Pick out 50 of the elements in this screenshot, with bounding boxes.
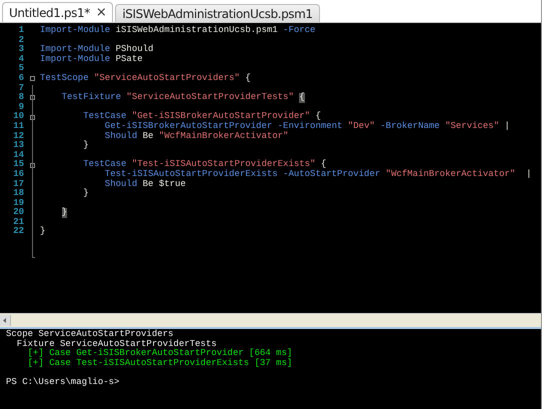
- line-number: 13: [12, 141, 24, 151]
- file-tab[interactable]: Untitled1.ps1* ×: [2, 2, 114, 22]
- console-line: [+] Case Test-iSISAutoStartProviderExists [37 ms]: [26, 358, 294, 368]
- code-line: Should Be $true: [104, 180, 186, 190]
- line-number: 18: [12, 189, 24, 199]
- console-line: Scope ServiceAutoStartProviders: [6, 330, 174, 340]
- close-icon[interactable]: ×: [96, 5, 106, 20]
- code-line: Should Be "WcfMainBrokerActivator": [104, 132, 288, 142]
- console-line: [+] Case Get-iSISBrokerAutoStartProvider [664 ms]: [26, 349, 294, 358]
- line-number: 17: [12, 180, 24, 189]
- fold-toggle-icon[interactable]: [30, 76, 34, 82]
- line-number: 7: [18, 84, 24, 93]
- code-line: Import-Module PSate: [40, 54, 143, 64]
- line-number: 8: [18, 93, 24, 103]
- code-line: TestCase "Test-iSISAutoStartProviderExists" {: [82, 160, 326, 170]
- fold-toggle-icon[interactable]: [30, 114, 34, 120]
- file-tab[interactable]: iSISWebAdministrationUcsb.psm1: [115, 4, 320, 22]
- code-line: }: [40, 227, 46, 238]
- console-line: PS C:\Users\maglio-s>: [6, 378, 120, 388]
- line-number: 10: [12, 112, 24, 122]
- line-number: 3: [18, 45, 24, 55]
- fold-toggle-icon[interactable]: [30, 162, 34, 168]
- line-number: 5: [18, 64, 24, 74]
- code-line: TestCase "Get-iSISBrokerAutoStartProvider" {: [82, 112, 321, 122]
- line-number: 16: [12, 170, 24, 180]
- line-number: 14: [12, 150, 24, 160]
- code-line: TestScope "ServiceAutoStartProviders" {: [40, 74, 251, 84]
- code-line: Test-iSISAutoStartProviderExists -AutoStartProvider "WcfMainBrokerActivator" |: [104, 170, 532, 180]
- line-number: 22: [12, 227, 24, 238]
- line-number: 20: [12, 208, 24, 218]
- line-number: 9: [18, 102, 24, 112]
- code-line: Get-iSISBrokerAutoStartProvider -Environment "Dev" -BrokerName "Services" |: [104, 122, 510, 132]
- code-line: }: [82, 189, 89, 199]
- console-line: Fixture ServiceAutoStartProviderTests: [16, 340, 217, 349]
- line-number: 6: [18, 74, 24, 84]
- code-line: }: [82, 141, 89, 151]
- line-number: 11: [12, 122, 24, 132]
- scroll-left-icon[interactable]: [0, 315, 11, 326]
- code-line: Import-Module PShould: [40, 45, 154, 54]
- line-number: 21: [12, 218, 24, 227]
- code-line: TestFixture "ServiceAutoStartProviderTests" {: [60, 93, 305, 103]
- line-number: 2: [18, 36, 24, 45]
- line-number: 4: [18, 54, 24, 64]
- code-line: Import-Module iSISWebAdministrationUcsb.psm1 -Force: [40, 26, 316, 36]
- line-number: 19: [12, 198, 24, 208]
- line-number: 12: [12, 132, 24, 141]
- line-number: 1: [18, 26, 24, 36]
- line-number: 15: [12, 160, 24, 170]
- fold-toggle-icon[interactable]: [30, 95, 34, 100]
- horizontal-scrollbar[interactable]: [0, 313, 541, 329]
